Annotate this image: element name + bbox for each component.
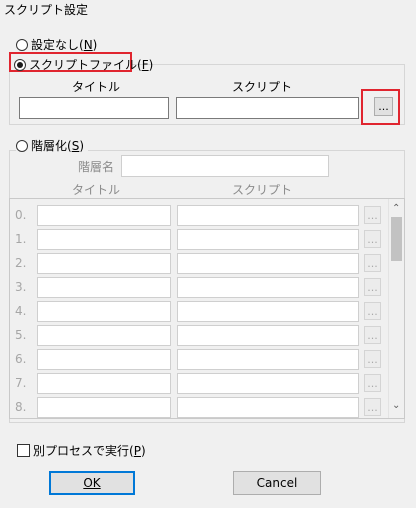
hier-row-number: 5. [15, 328, 27, 342]
hier-row-script-input[interactable] [177, 397, 359, 418]
hier-row-browse-button[interactable]: ... [364, 374, 381, 392]
separate-process-suffix: ) [140, 444, 146, 458]
radio-script-file-key: F [141, 58, 149, 72]
radio-hierarchical-circle[interactable] [16, 139, 28, 152]
hier-row-number: 3. [15, 280, 27, 294]
separate-process-label: 別プロセスで実行( [33, 444, 134, 458]
ellipsis-icon: ... [367, 256, 378, 270]
hier-row-browse-button[interactable]: ... [364, 302, 381, 320]
dialog-title: スクリプト設定 [4, 3, 89, 17]
script-file-title-header: タイトル [72, 80, 121, 94]
script-file-title-input[interactable] [19, 97, 169, 119]
radio-hierarchical-label: 階層化( [31, 139, 72, 153]
ellipsis-icon: ... [367, 352, 378, 366]
script-file-script-header: スクリプト [232, 80, 293, 94]
scroll-up-icon[interactable]: ⌃ [392, 203, 400, 214]
ok-button[interactable]: OK [49, 471, 135, 495]
hier-row-number: 6. [15, 352, 27, 366]
radio-none-suffix: ) [92, 38, 98, 52]
hier-row-title-input[interactable] [37, 301, 171, 322]
scroll-thumb[interactable] [391, 217, 402, 261]
ok-button-label: OK [83, 476, 101, 490]
hier-row-number: 1. [15, 232, 27, 246]
separate-process-checkbox[interactable]: 別プロセスで実行(P) [17, 442, 146, 459]
hier-row-title-input[interactable] [37, 397, 171, 418]
radio-script-file[interactable]: スクリプトファイル(F) [14, 56, 153, 73]
hier-row-browse-button[interactable]: ... [364, 254, 381, 272]
separate-process-box[interactable] [17, 444, 30, 457]
hier-row-number: 8. [15, 400, 27, 414]
hier-row-title-input[interactable] [37, 325, 171, 346]
hier-table: 0.... 1.... 2.... 3.... 4.... 5.... 6.... 7....… [9, 198, 405, 419]
cancel-button[interactable]: Cancel [233, 471, 321, 495]
ellipsis-icon: ... [367, 208, 378, 222]
ellipsis-icon: ... [367, 376, 378, 390]
radio-none[interactable]: 設定なし(N) [16, 36, 97, 53]
separate-process-key: P [133, 444, 141, 458]
ellipsis-icon: ... [367, 328, 378, 342]
script-file-script-input[interactable] [176, 97, 359, 119]
hier-name-label: 階層名 [78, 160, 115, 174]
hier-row-browse-button[interactable]: ... [364, 278, 381, 296]
ellipsis-icon: ... [367, 304, 378, 318]
radio-script-file-suffix: ) [148, 58, 154, 72]
hier-row-number: 2. [15, 256, 27, 270]
radio-none-circle[interactable] [16, 38, 28, 51]
hier-row-script-input[interactable] [177, 373, 359, 394]
hier-row-title-input[interactable] [37, 253, 171, 274]
hier-row-script-input[interactable] [177, 301, 359, 322]
hier-row-browse-button[interactable]: ... [364, 326, 381, 344]
hier-row-script-input[interactable] [177, 205, 359, 226]
radio-none-label: 設定なし( [31, 38, 84, 52]
hier-name-input[interactable] [121, 155, 329, 177]
hier-row-script-input[interactable] [177, 325, 359, 346]
hier-row-browse-button[interactable]: ... [364, 350, 381, 368]
hier-script-header: スクリプト [232, 183, 293, 197]
hier-row-title-input[interactable] [37, 277, 171, 298]
hier-row-script-input[interactable] [177, 277, 359, 298]
hier-row-title-input[interactable] [37, 349, 171, 370]
ellipsis-icon: ... [367, 400, 378, 414]
ellipsis-icon: ... [367, 232, 378, 246]
hier-row-browse-button[interactable]: ... [364, 230, 381, 248]
hier-row-title-input[interactable] [37, 229, 171, 250]
radio-script-file-label: スクリプトファイル( [29, 58, 142, 72]
radio-none-key: N [83, 38, 93, 52]
hier-row-script-input[interactable] [177, 253, 359, 274]
hier-row-browse-button[interactable]: ... [364, 398, 381, 416]
hier-row-browse-button[interactable]: ... [364, 206, 381, 224]
radio-hierarchical-suffix: ) [79, 139, 84, 153]
radio-script-file-circle[interactable] [14, 58, 26, 71]
hier-title-header: タイトル [72, 183, 121, 197]
script-file-browse-button[interactable]: ... [374, 97, 393, 116]
hier-row-title-input[interactable] [37, 205, 171, 226]
ellipsis-icon: ... [367, 280, 378, 294]
ellipsis-icon: ... [378, 100, 389, 113]
hier-row-title-input[interactable] [37, 373, 171, 394]
radio-hierarchical[interactable]: 階層化(S) [16, 137, 88, 154]
scroll-down-icon[interactable]: ⌄ [392, 400, 400, 411]
hier-scrollbar[interactable]: ⌃ ⌄ [388, 199, 404, 418]
hier-row-script-input[interactable] [177, 349, 359, 370]
hier-row-number: 7. [15, 376, 27, 390]
cancel-button-label: Cancel [256, 476, 298, 490]
hier-row-number: 4. [15, 304, 27, 318]
hier-row-number: 0. [15, 208, 27, 222]
hier-row-script-input[interactable] [177, 229, 359, 250]
